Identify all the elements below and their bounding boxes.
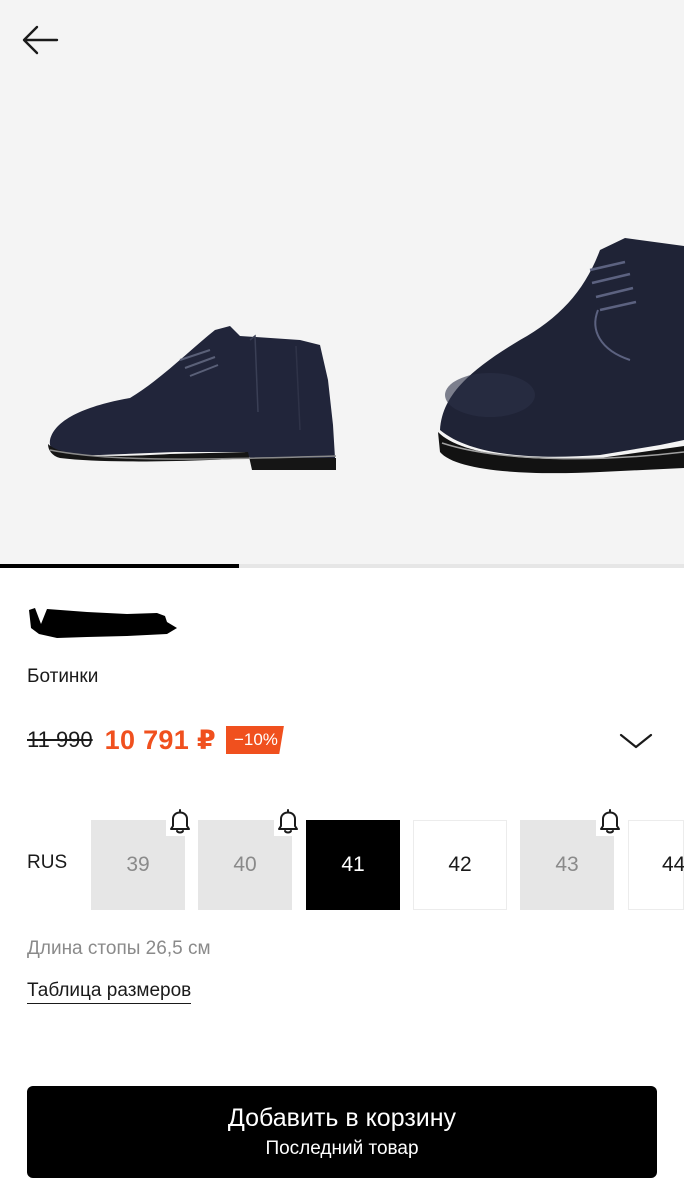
add-to-cart-button[interactable]: Добавить в корзину Последний товар [27,1086,657,1178]
product-image [48,238,684,474]
size-label: 44 [662,853,684,876]
gallery-progress-bar [0,564,684,568]
size-system-label: RUS [27,852,68,873]
arrow-left-icon [22,25,59,55]
size-label: 40 [233,853,257,876]
discount-badge: −10% [225,726,284,754]
gallery-progress-fill [0,564,240,568]
size-label: 41 [341,853,365,876]
chevron-down-icon [619,733,653,749]
size-label: 43 [555,853,579,876]
size-label: 42 [448,853,472,876]
size-option-selected[interactable]: 41 [306,820,400,910]
last-item-note: Последний товар [265,1138,419,1159]
add-to-cart-label: Добавить в корзину [227,1104,457,1132]
old-price: 11 990 [27,727,93,752]
foot-length-info: Длина стопы 26,5 см [27,938,211,959]
price-row: 11 990 10 791 ₽ −10% [27,722,284,758]
product-category: Ботинки [27,666,99,687]
brand-logo-redacted [29,608,177,638]
size-label: 39 [126,853,150,876]
notify-bell-icon[interactable] [166,806,194,836]
boot-front-view [438,238,684,474]
notify-bell-icon[interactable] [596,806,624,836]
current-price: 10 791 ₽ [104,724,216,755]
size-option[interactable]: 44 [628,820,684,910]
size-chart-link[interactable]: Таблица размеров [27,980,192,1004]
product-gallery[interactable] [0,0,684,568]
size-option[interactable]: 42 [413,820,507,910]
back-button[interactable] [18,18,62,62]
price-details-toggle[interactable] [616,726,656,756]
boot-side-view [48,326,337,470]
notify-bell-icon[interactable] [274,806,302,836]
